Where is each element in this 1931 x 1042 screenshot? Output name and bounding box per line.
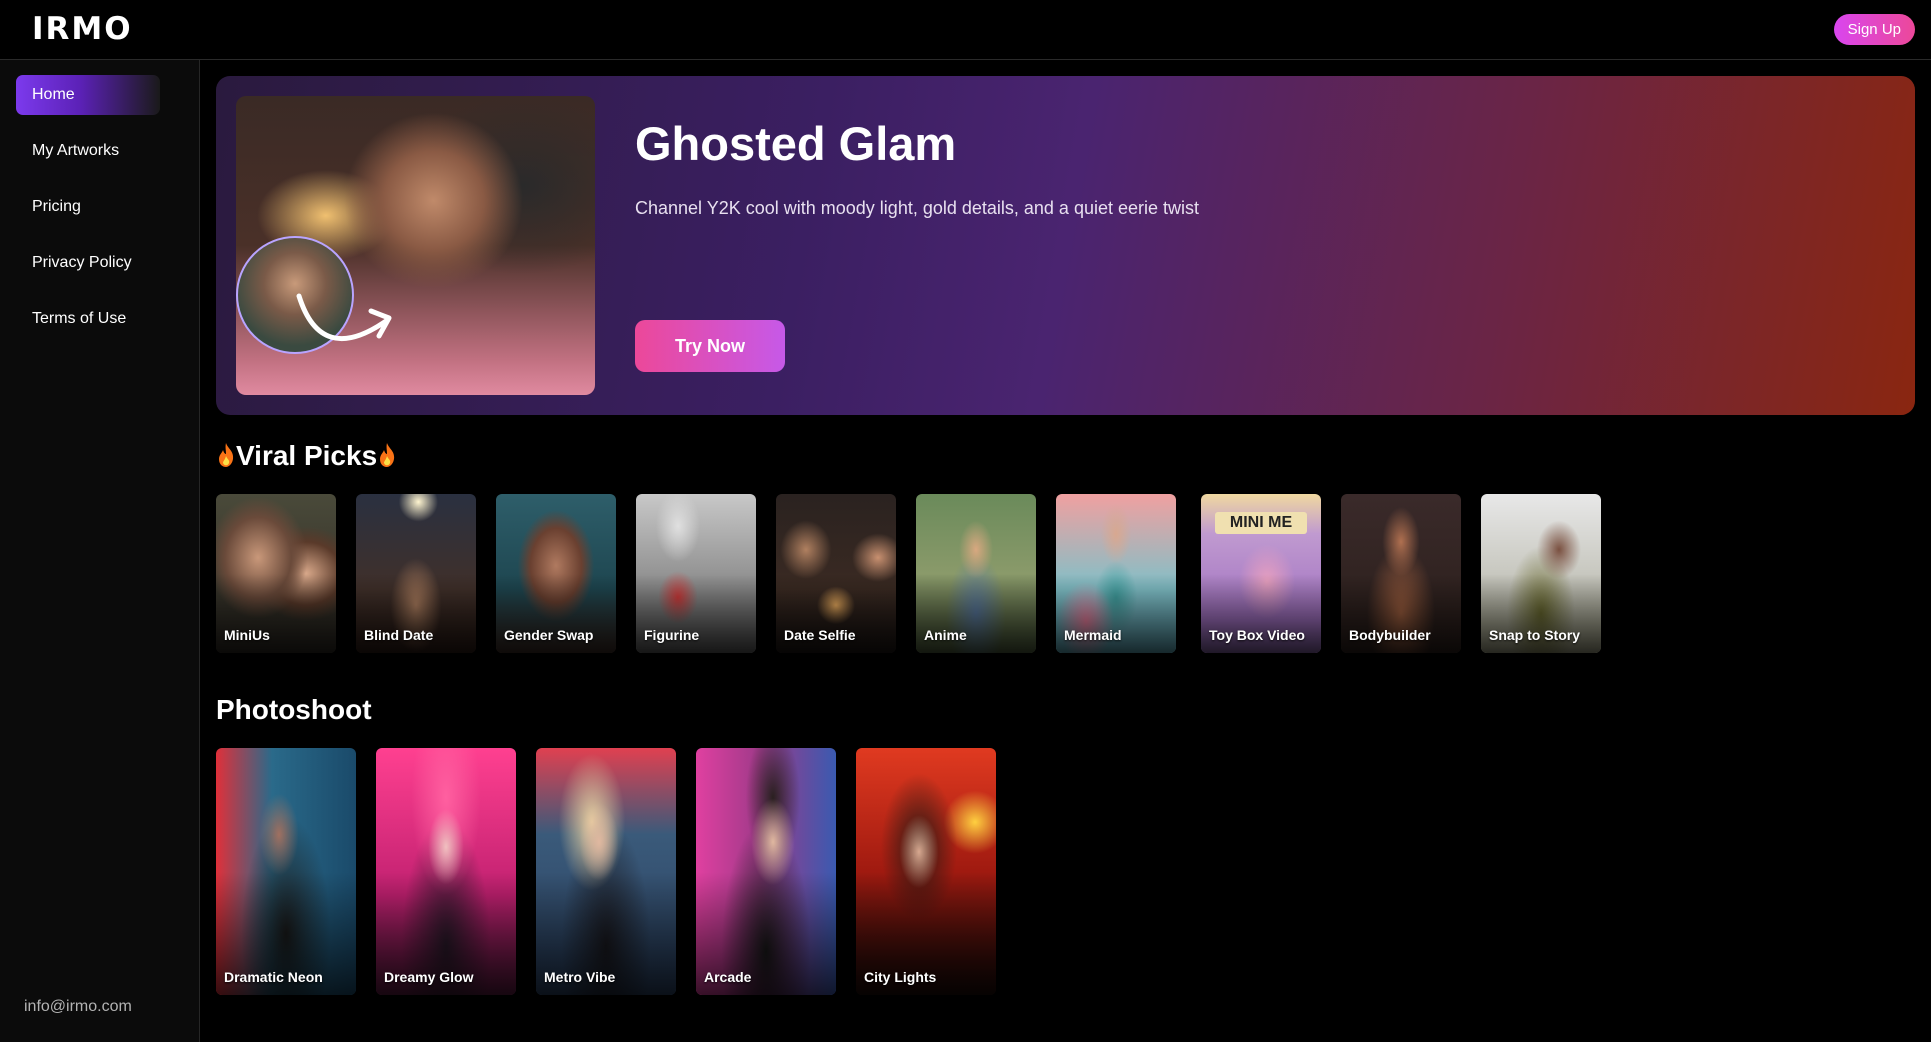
hero-title: Ghosted Glam xyxy=(635,117,957,170)
sidebar-item-my-artworks[interactable]: My Artworks xyxy=(16,131,160,171)
card-arcade[interactable]: Arcade xyxy=(696,748,836,995)
card-label: Arcade xyxy=(704,969,752,985)
card-toy-box-video[interactable]: MINI ME Toy Box Video xyxy=(1201,494,1321,653)
card-label: Date Selfie xyxy=(784,627,856,643)
try-now-button[interactable]: Try Now xyxy=(635,320,785,372)
card-gender-swap[interactable]: Gender Swap xyxy=(496,494,616,653)
card-label: Toy Box Video xyxy=(1209,627,1305,643)
card-dreamy-glow[interactable]: Dreamy Glow xyxy=(376,748,516,995)
card-metro-vibe[interactable]: Metro Vibe xyxy=(536,748,676,995)
viral-picks-heading: Viral Picks xyxy=(216,440,397,472)
fire-icon xyxy=(380,443,395,467)
card-blind-date[interactable]: Blind Date xyxy=(356,494,476,653)
logo[interactable]: IRMO xyxy=(32,11,133,47)
card-label: City Lights xyxy=(864,969,937,985)
sidebar: Home My Artworks Pricing Privacy Policy … xyxy=(0,60,200,1042)
card-figurine[interactable]: Figurine xyxy=(636,494,756,653)
card-dramatic-neon[interactable]: Dramatic Neon xyxy=(216,748,356,995)
card-label: Metro Vibe xyxy=(544,969,616,985)
mini-me-badge: MINI ME xyxy=(1215,512,1307,534)
card-mermaid[interactable]: Mermaid xyxy=(1056,494,1176,653)
viral-picks-title: Viral Picks xyxy=(236,440,378,471)
fire-icon xyxy=(219,443,234,467)
card-miniuS[interactable]: MiniUs xyxy=(216,494,336,653)
top-bar: IRMO Sign Up xyxy=(0,0,1931,60)
card-label: MiniUs xyxy=(224,627,270,643)
sidebar-item-home[interactable]: Home xyxy=(16,75,160,115)
contact-email[interactable]: info@irmo.com xyxy=(24,998,132,1016)
card-label: Snap to Story xyxy=(1489,627,1581,643)
curved-arrow-icon xyxy=(296,293,392,342)
card-label: Anime xyxy=(924,627,967,643)
card-label: Gender Swap xyxy=(504,627,594,643)
sidebar-item-pricing[interactable]: Pricing xyxy=(16,187,160,227)
photoshoot-heading: Photoshoot xyxy=(216,694,372,725)
sign-up-button[interactable]: Sign Up xyxy=(1833,14,1915,45)
card-city-lights[interactable]: City Lights xyxy=(856,748,996,995)
card-label: Dreamy Glow xyxy=(384,969,474,985)
card-label: Blind Date xyxy=(364,627,434,643)
hero-image xyxy=(236,96,595,395)
card-date-selfie[interactable]: Date Selfie xyxy=(776,494,896,653)
card-label: Figurine xyxy=(644,627,700,643)
card-bodybuilder[interactable]: Bodybuilder xyxy=(1341,494,1461,653)
sidebar-item-privacy-policy[interactable]: Privacy Policy xyxy=(16,243,160,283)
card-label: Dramatic Neon xyxy=(224,969,323,985)
hero-description: Channel Y2K cool with moody light, gold … xyxy=(635,198,1200,218)
card-anime[interactable]: Anime xyxy=(916,494,1036,653)
card-label: Mermaid xyxy=(1064,627,1122,643)
sidebar-item-terms-of-use[interactable]: Terms of Use xyxy=(16,299,160,339)
hero-banner: Ghosted Glam Channel Y2K cool with moody… xyxy=(216,76,1915,415)
card-snap-to-story[interactable]: Snap to Story xyxy=(1481,494,1601,653)
card-label: Bodybuilder xyxy=(1349,627,1431,643)
